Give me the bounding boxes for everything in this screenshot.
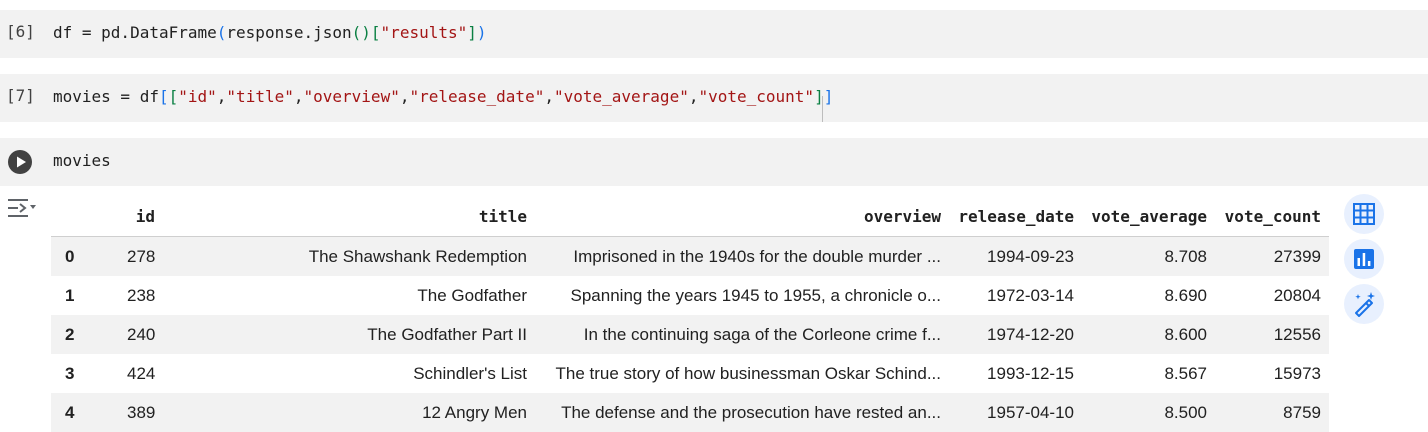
code-token: [ [168,87,179,106]
code-token: [ [158,87,169,106]
output-toggle-button[interactable] [6,196,36,220]
code-token: , [544,87,554,106]
cell-id: 424 [127,363,156,383]
column-header-index [51,196,103,237]
play-circle-icon [17,156,26,168]
code-token: "id" [178,87,217,106]
table-row: 0 278 The Shawshank Redemption Imprisone… [51,236,1329,276]
code-token: movies = df [53,87,159,106]
row-index: 0 [51,236,103,276]
code-token: ) [476,23,487,42]
table-row: 3 424 Schindler's List The true story of… [51,354,1329,393]
bar-chart-icon [1354,249,1374,269]
code-token: () [351,23,371,42]
cell-vote-average: 8.690 [1164,285,1207,305]
cell-overview: The true story of how businessman Oskar … [555,363,941,383]
column-header-release-date: release_date [949,196,1082,237]
magic-wand-icon [1355,292,1375,317]
code-token: "vote_average" [553,87,689,106]
code-token: [ [370,23,381,42]
cell-release-date: 1972-03-14 [987,285,1074,305]
cell-vote-count: 15973 [1273,363,1321,383]
cell-title: 12 Angry Men [163,393,535,432]
cell-release-date: 1993-12-15 [987,363,1074,383]
cell-id: 240 [103,315,163,354]
execution-count: [7] [6,86,35,105]
cell-release-date: 1957-04-10 [949,393,1082,432]
code-token: "title" [226,87,294,106]
cell-vote-count: 12556 [1215,315,1329,354]
cell-title: The Godfather Part II [163,315,535,354]
run-cell-button[interactable] [8,150,32,174]
column-header-title: title [163,196,535,237]
column-header-vote-count: vote_count [1215,196,1329,237]
cell-vote-average: 8.600 [1082,315,1215,354]
code-token: ] [823,87,834,106]
cell-title: The Godfather [417,285,527,305]
cell-id: 238 [127,285,156,305]
column-header-overview: overview [535,196,949,237]
code-token: "release_date" [409,87,545,106]
code-editor[interactable]: df = pd.DataFrame(response.json()["resul… [53,23,487,42]
code-editor[interactable]: movies = df[["id","title","overview","re… [53,87,833,106]
cell-overview: Spanning the years 1945 to 1955, a chron… [570,285,941,305]
table-row: 2 240 The Godfather Part II In the conti… [51,315,1329,354]
code-token: response.json [226,23,352,42]
code-token: ] [467,23,477,42]
execution-count: [6] [6,22,35,41]
cell-overview: The defense and the prosecution have res… [535,393,949,432]
cell-vote-average: 8.567 [1164,363,1207,383]
cell-title: Schindler's List [413,363,527,383]
row-index: 2 [51,315,103,354]
convert-to-interactive-table-button[interactable] [1344,194,1384,234]
code-token: "results" [380,23,468,42]
cell-release-date: 1974-12-20 [949,315,1082,354]
code-token: ( [216,23,227,42]
column-header-vote-average: vote_average [1082,196,1215,237]
code-cell-6[interactable]: [6] df = pd.DataFrame(response.json()["r… [0,10,1428,58]
row-index: 3 [65,363,75,383]
cell-vote-count: 27399 [1215,236,1329,276]
column-header-id: id [103,196,163,237]
cell-overview: Imprisoned in the 1940s for the double m… [535,236,949,276]
code-token: df = pd.DataFrame [53,23,217,42]
code-token: , [216,87,227,106]
code-cell-7[interactable]: [7] movies = df[["id","title","overview"… [0,74,1428,122]
cell-overview: In the continuing saga of the Corleone c… [535,315,949,354]
row-index: 4 [51,393,103,432]
table-row: 1 238 The Godfather Spanning the years 1… [51,276,1329,315]
cell-id: 389 [103,393,163,432]
text-cursor [822,96,823,122]
code-cell-movies[interactable]: movies [0,138,1428,186]
row-index: 1 [65,285,75,305]
cell-id: 278 [103,236,163,276]
output-toggle-icon [8,199,36,217]
table-header-row: id title overview release_date vote_aver… [51,196,1329,237]
code-token: "vote_count" [698,87,815,106]
cell-release-date: 1994-09-23 [949,236,1082,276]
code-token: "overview" [303,87,400,106]
dataframe-table: id title overview release_date vote_aver… [51,196,1329,432]
generate-code-button[interactable] [1344,284,1384,324]
code-editor[interactable]: movies [53,151,111,170]
table-grid-icon [1353,203,1375,225]
cell-vote-count: 20804 [1273,285,1321,305]
code-token: , [293,87,304,106]
cell-vote-count: 8759 [1215,393,1329,432]
cell-title: The Shawshank Redemption [163,236,535,276]
cell-vote-average: 8.500 [1082,393,1215,432]
cell-vote-average: 8.708 [1082,236,1215,276]
table-row: 4 389 12 Angry Men The defense and the p… [51,393,1329,432]
code-token: movies [53,151,111,170]
suggest-charts-button[interactable] [1344,239,1384,279]
